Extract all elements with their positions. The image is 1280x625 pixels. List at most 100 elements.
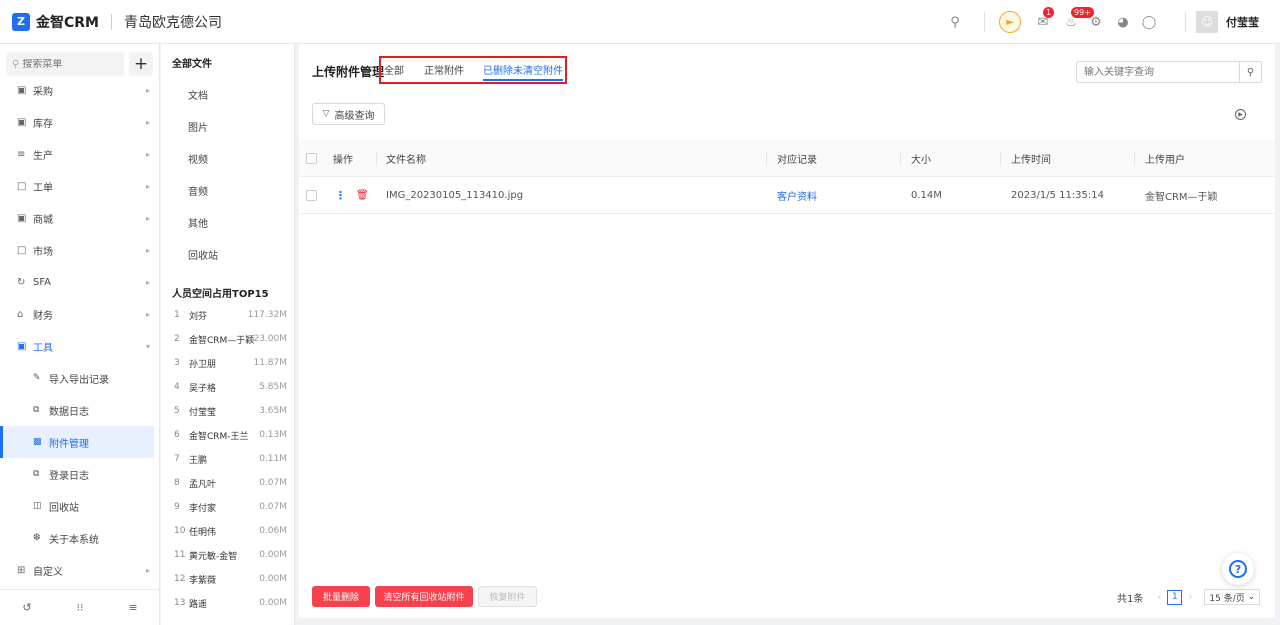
add-button[interactable]: + <box>129 52 153 76</box>
folder-images[interactable]: 图片 <box>188 119 208 134</box>
folder-other[interactable]: 其他 <box>188 215 208 230</box>
search-icon[interactable]: ⚲ <box>1239 62 1261 82</box>
folder-documents[interactable]: 文档 <box>188 87 208 102</box>
sidebar-item-label: SFA <box>33 276 52 288</box>
sidebar-item-store[interactable]: ▣ 商城 ▸ <box>0 202 160 234</box>
page-number[interactable]: 1 <box>1167 589 1183 605</box>
rank-user-name: 李付家 <box>189 503 217 514</box>
user-menu[interactable]: ☺ 付莹莹 <box>1196 11 1259 33</box>
menu-search[interactable]: ⚲ <box>6 52 124 76</box>
more-icon[interactable]: ⋮ <box>335 189 346 202</box>
sidebar-item-workorder[interactable]: □ 工单 ▸ <box>0 170 160 202</box>
sidebar-item-label: 附件管理 <box>49 438 89 450</box>
sidebar-item-finance[interactable]: ⌂ 财务 ▸ <box>0 298 160 330</box>
history-icon[interactable]: ↺ <box>22 601 31 614</box>
cell-size: 0.14M <box>911 190 942 201</box>
sidebar-subitem-about[interactable]: ❆ 关于本系统 <box>0 522 160 554</box>
rank-user-name: 金智CRM—于颖 <box>189 335 255 346</box>
restore-attachment-button[interactable]: 恢复附件 <box>478 586 537 607</box>
chevron-right-icon: ▸ <box>145 309 150 319</box>
menu-search-input[interactable] <box>22 58 113 70</box>
rank-number: 3 <box>174 358 180 368</box>
production-icon: ≡ <box>17 148 26 160</box>
sidebar: ⚲ + ▣ 采购 ▸ ▣ 库存 ▸ ≡ 生产 ▸ □ 工单 ▸ ▣ 商城 ▸ □ 市场 ▸ ↻ SFA ▸ … <box>0 44 160 625</box>
page-size-label: 15 条/页 <box>1209 593 1245 604</box>
company-name[interactable]: 青岛欧克德公司 <box>124 12 222 32</box>
sidebar-subitem-recycle[interactable]: ◫ 回收站 <box>0 490 160 522</box>
col-record: 对应记录 <box>777 155 817 166</box>
rank-number: 8 <box>174 478 180 488</box>
tab-normal[interactable]: 正常附件 <box>424 62 464 77</box>
tab-deleted-not-cleared[interactable]: 已删除未清空附件 <box>483 62 563 81</box>
pie-chart-icon[interactable]: ◕ <box>1115 14 1131 30</box>
prev-page-icon[interactable]: ‹ <box>1157 592 1161 603</box>
ranking-row: 11 黄元敏-金智 0.00M <box>161 543 294 567</box>
folder-recycle-bin[interactable]: 回收站 <box>188 247 218 262</box>
sidebar-subitem-login-log[interactable]: ⧉ 登录日志 <box>0 458 160 490</box>
equalizer-icon[interactable]: ⁝⁝ <box>76 601 83 614</box>
rank-user-name: 黄元敏-金智 <box>189 551 238 562</box>
ranking-row: 12 李紫薇 0.00M <box>161 567 294 591</box>
help-button[interactable]: ? <box>1222 553 1254 585</box>
page-size-select[interactable]: 15 条/页 ⌄ <box>1204 589 1261 605</box>
next-page-icon[interactable]: › <box>1188 592 1192 603</box>
sidebar-item-market[interactable]: □ 市场 ▸ <box>0 234 160 266</box>
pagination: 共1条 ‹ 1 › 15 条/页 ⌄ <box>1117 589 1261 605</box>
row-checkbox[interactable] <box>306 190 317 201</box>
sidebar-footer: ↺ ⁝⁝ ≡ <box>0 589 160 625</box>
announcement-icon[interactable]: ► <box>999 11 1021 33</box>
delete-icon[interactable]: 🗑 <box>356 190 369 201</box>
message-icon[interactable]: ✉ 1 <box>1035 7 1055 30</box>
sidebar-subitem-data-log[interactable]: ⧉ 数据日志 <box>0 394 160 426</box>
sidebar-subitem-attachments[interactable]: ▩ 附件管理 <box>0 426 154 458</box>
rank-number: 10 <box>174 526 186 536</box>
sidebar-item-tools[interactable]: ▣ 工具 ▾ <box>0 330 160 362</box>
chevron-down-icon: ▾ <box>145 341 150 351</box>
folder-panel: 全部文件 文档 图片 视频 音频 其他 回收站 人员空间占用TOP15 1 刘芬 1… <box>161 44 295 625</box>
rank-size: 11.87M <box>253 358 287 368</box>
sidebar-item-production[interactable]: ≡ 生产 ▸ <box>0 138 160 170</box>
table-row[interactable]: ⋮ 🗑 IMG_20230105_113410.jpg 客户资料 0.14M 2… <box>299 177 1275 214</box>
collapse-menu-icon[interactable]: ≡ <box>128 601 137 614</box>
sidebar-item-custom[interactable]: ⊞ 自定义 ▸ <box>0 554 160 586</box>
page-title: 上传附件管理 <box>312 65 385 79</box>
info-icon: ❆ <box>33 533 41 543</box>
keyword-search-input[interactable] <box>1077 62 1239 82</box>
sidebar-subitem-import-export[interactable]: ✎ 导入导出记录 <box>0 362 160 394</box>
sidebar-item-label: 自定义 <box>33 566 63 578</box>
folder-audio[interactable]: 音频 <box>188 183 208 198</box>
rank-size: 0.13M <box>259 430 287 440</box>
sidebar-item-label: 工单 <box>33 182 53 194</box>
rank-size: 23.00M <box>253 334 287 344</box>
help-icon: ? <box>1229 560 1247 578</box>
chevron-right-icon: ▸ <box>145 565 150 575</box>
rank-size: 0.00M <box>259 574 287 584</box>
shield-icon[interactable]: ◯ <box>1141 14 1157 30</box>
tab-all[interactable]: 全部 <box>384 62 404 77</box>
sidebar-item-inventory[interactable]: ▣ 库存 ▸ <box>0 106 160 138</box>
batch-delete-button[interactable]: 批量删除 <box>312 586 370 607</box>
ranking-row: 1 刘芬 117.32M <box>161 303 294 327</box>
sidebar-item-sfa[interactable]: ↻ SFA ▸ <box>0 266 160 298</box>
sidebar-item-purchase[interactable]: ▣ 采购 ▸ <box>0 74 160 106</box>
folder-videos[interactable]: 视频 <box>188 151 208 166</box>
rank-number: 9 <box>174 502 180 512</box>
advanced-search-button[interactable]: ▽ 高级查询 <box>312 103 385 125</box>
all-files[interactable]: 全部文件 <box>172 55 212 70</box>
top-bar: Z 金智CRM 青岛欧克德公司 ⚲ ► ✉ 1 ♨ 99+ ⚙ ◕ ◯ ☺ 付莹莹 <box>0 0 1280 44</box>
clear-recycle-attachments-button[interactable]: 清空所有回收站附件 <box>375 586 473 607</box>
app-logo[interactable]: Z 金智CRM <box>12 12 99 32</box>
cell-record-link[interactable]: 客户资料 <box>777 177 817 214</box>
cell-filename[interactable]: IMG_20230105_113410.jpg <box>386 177 523 214</box>
sidebar-item-label: 回收站 <box>49 502 79 514</box>
bell-icon[interactable]: ♨ 99+ <box>1063 7 1094 30</box>
divider <box>900 152 901 165</box>
select-all-checkbox[interactable] <box>306 153 317 164</box>
chevron-right-icon: ▸ <box>145 181 150 191</box>
gear-icon[interactable]: ⚙ <box>1088 14 1104 30</box>
play-icon[interactable]: ▶ <box>1235 109 1246 120</box>
search-icon[interactable]: ⚲ <box>947 14 963 30</box>
sidebar-item-label: 市场 <box>33 246 53 258</box>
ranking-row: 6 金智CRM-王兰 0.13M <box>161 423 294 447</box>
rank-user-name: 孟凡叶 <box>189 479 217 490</box>
